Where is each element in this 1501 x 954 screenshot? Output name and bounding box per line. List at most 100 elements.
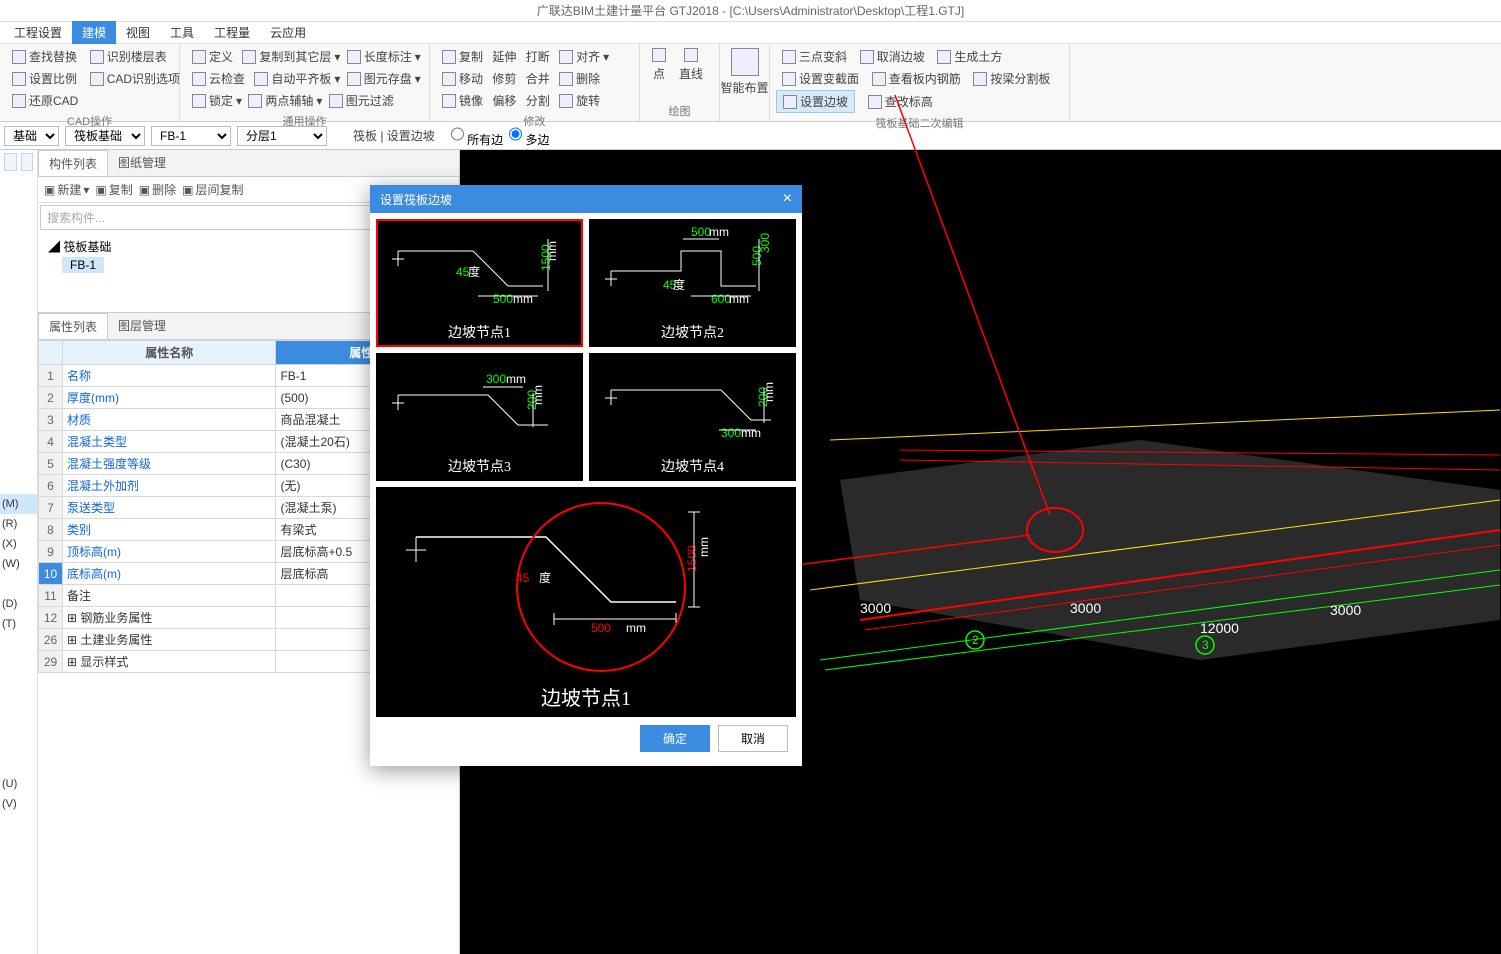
thumb-4-label: 边坡节点4: [658, 453, 727, 479]
btn-line[interactable]: 直线: [673, 46, 709, 84]
row-num: 5: [39, 453, 63, 475]
cancel-button[interactable]: 取消: [718, 725, 788, 752]
svg-text:mm: mm: [513, 292, 533, 306]
thumb-1-label: 边坡节点1: [445, 319, 514, 345]
menu-5[interactable]: 云应用: [260, 21, 316, 44]
row-num: 11: [39, 585, 63, 607]
row-edit-1[interactable]: 复制 延伸 打断 对齐 ▾: [436, 46, 633, 67]
thumb-2[interactable]: 45度500mm600mm500300 边坡节点2: [589, 219, 796, 347]
row-raft-2[interactable]: 设置变截面 查看板内钢筋 按梁分割板: [776, 68, 1063, 89]
tree-leaf-fb1[interactable]: FB-1: [62, 257, 104, 273]
row-raft-1[interactable]: 三点变斜 取消边坡 生成土方: [776, 46, 1063, 67]
slope3-icon: [782, 50, 796, 64]
view-icon-2[interactable]: [21, 153, 34, 171]
svg-text:mm: mm: [741, 426, 761, 440]
svg-text:500: 500: [493, 292, 513, 306]
prop-key: 名称: [63, 365, 276, 387]
menu-0[interactable]: 工程设置: [4, 21, 72, 44]
thumb-4[interactable]: 300mm200mm 边坡节点4: [589, 353, 796, 481]
nav-item-m[interactable]: (M): [0, 494, 37, 514]
btn-restore-cad[interactable]: 还原CAD: [6, 90, 186, 111]
btn-delete[interactable]: ▣ 删除: [139, 181, 176, 198]
close-icon[interactable]: ×: [783, 190, 792, 208]
group-raft-title: 筏板基础二次编辑: [776, 113, 1063, 131]
row-num: 10: [39, 563, 63, 585]
big-preview: 45度 500mm 1500 mm 边坡节点1: [376, 487, 796, 717]
btn-find-replace[interactable]: 查找替换 识别楼层表: [6, 46, 186, 67]
nav-item-v[interactable]: (V): [0, 794, 37, 814]
ok-button[interactable]: 确定: [640, 725, 710, 752]
nav-item-x[interactable]: (X): [0, 534, 37, 554]
menu-4[interactable]: 工程量: [204, 21, 260, 44]
svg-text:mm: mm: [506, 372, 526, 386]
slope-dialog: 设置筏板边坡 × 45度500mm1500mm 边坡节点1 45度500mm60…: [370, 185, 802, 766]
tab-members[interactable]: 构件列表: [38, 150, 108, 176]
menu-3[interactable]: 工具: [160, 21, 204, 44]
dim-icon: [347, 50, 361, 64]
prop-key: 备注: [63, 585, 276, 607]
mirror-icon: [442, 94, 456, 108]
row-edit-3[interactable]: 镜像 偏移 分割 旋转: [436, 90, 633, 111]
btn-copy[interactable]: ▣ 复制: [95, 181, 132, 198]
dialog-header[interactable]: 设置筏板边坡 ×: [370, 185, 802, 213]
btn-point[interactable]: 点: [646, 46, 672, 84]
btn-cloud-check[interactable]: 云检查 自动平齐板 ▾ 图元存盘 ▾: [186, 68, 427, 89]
prop-key: ⊞ 钢筋业务属性: [63, 607, 276, 629]
sel-category[interactable]: 基础: [4, 126, 59, 146]
prop-key: 厚度(mm): [63, 387, 276, 409]
sel-member[interactable]: FB-1: [151, 126, 231, 146]
btn-set-slope[interactable]: 设置边坡: [776, 90, 855, 113]
btn-floor-copy[interactable]: ▣ 层间复制: [182, 181, 243, 198]
nav-item-d[interactable]: (D): [0, 594, 37, 614]
tab-layers[interactable]: 图层管理: [108, 313, 176, 339]
app-title: 广联达BIM土建计量平台 GTJ2018 - [C:\Users\Adminis…: [537, 2, 964, 19]
btn-scale[interactable]: 设置比例 CAD识别选项: [6, 68, 186, 89]
nav-item-t[interactable]: (T): [0, 614, 37, 634]
nav-item-w[interactable]: (W): [0, 554, 37, 574]
row-num: 1: [39, 365, 63, 387]
thumb-2-label: 边坡节点2: [658, 319, 727, 345]
row-num: 3: [39, 409, 63, 431]
save-icon: [347, 72, 361, 86]
thumb-1[interactable]: 45度500mm1500mm 边坡节点1: [376, 219, 583, 347]
tab-drawings[interactable]: 图纸管理: [108, 150, 176, 176]
svg-text:度: 度: [468, 264, 480, 279]
dim-12000: 12000: [1200, 620, 1239, 636]
rotate-icon: [559, 94, 573, 108]
btn-smart-layout[interactable]: 智能布置: [726, 46, 763, 98]
row-num: 6: [39, 475, 63, 497]
delete-icon: [559, 72, 573, 86]
row-num: 12: [39, 607, 63, 629]
prop-key: 顶标高(m): [63, 541, 276, 563]
thumb-3-label: 边坡节点3: [445, 453, 514, 479]
hdr-name: 属性名称: [63, 341, 276, 365]
nav-item-r[interactable]: (R): [0, 514, 37, 534]
menu-2[interactable]: 视图: [116, 21, 160, 44]
svg-text:mm: mm: [729, 292, 749, 306]
define-icon: [192, 50, 206, 64]
btn-lock[interactable]: 锁定 ▾ 两点辅轴 ▾ 图元过滤: [186, 90, 427, 111]
menu-1[interactable]: 建模: [72, 21, 116, 44]
svg-text:mm: mm: [709, 225, 729, 239]
titlebar: 广联达BIM土建计量平台 GTJ2018 - [C:\Users\Adminis…: [0, 0, 1501, 22]
cloud-icon: [192, 72, 206, 86]
menubar: 工程设置 建模 视图 工具 工程量 云应用: [0, 22, 1501, 44]
copy-floor-icon: [242, 50, 256, 64]
dim-3000-c: 3000: [1330, 602, 1361, 618]
radio-multi[interactable]: 多边: [509, 124, 549, 148]
sel-type[interactable]: 筏板基础: [65, 126, 145, 146]
btn-define[interactable]: 定义 复制到其它层 ▾ 长度标注 ▾: [186, 46, 427, 67]
svg-text:300: 300: [758, 233, 772, 253]
radio-all[interactable]: 所有边: [451, 124, 503, 148]
btn-new[interactable]: ▣ 新建 ▾: [44, 181, 89, 198]
rebar-icon: [872, 72, 886, 86]
thumb-3[interactable]: 300mm200mm 边坡节点3: [376, 353, 583, 481]
row-edit-2[interactable]: 移动 修剪 合并 删除: [436, 68, 633, 89]
nav-item-u[interactable]: (U): [0, 774, 37, 794]
tab-props[interactable]: 属性列表: [38, 313, 108, 339]
btn-elev[interactable]: 查改标高: [862, 90, 939, 113]
svg-text:300: 300: [721, 426, 741, 440]
dim-3000-a: 3000: [860, 600, 891, 616]
view-icon-1[interactable]: [4, 153, 17, 171]
sel-layer[interactable]: 分层1: [237, 126, 327, 146]
